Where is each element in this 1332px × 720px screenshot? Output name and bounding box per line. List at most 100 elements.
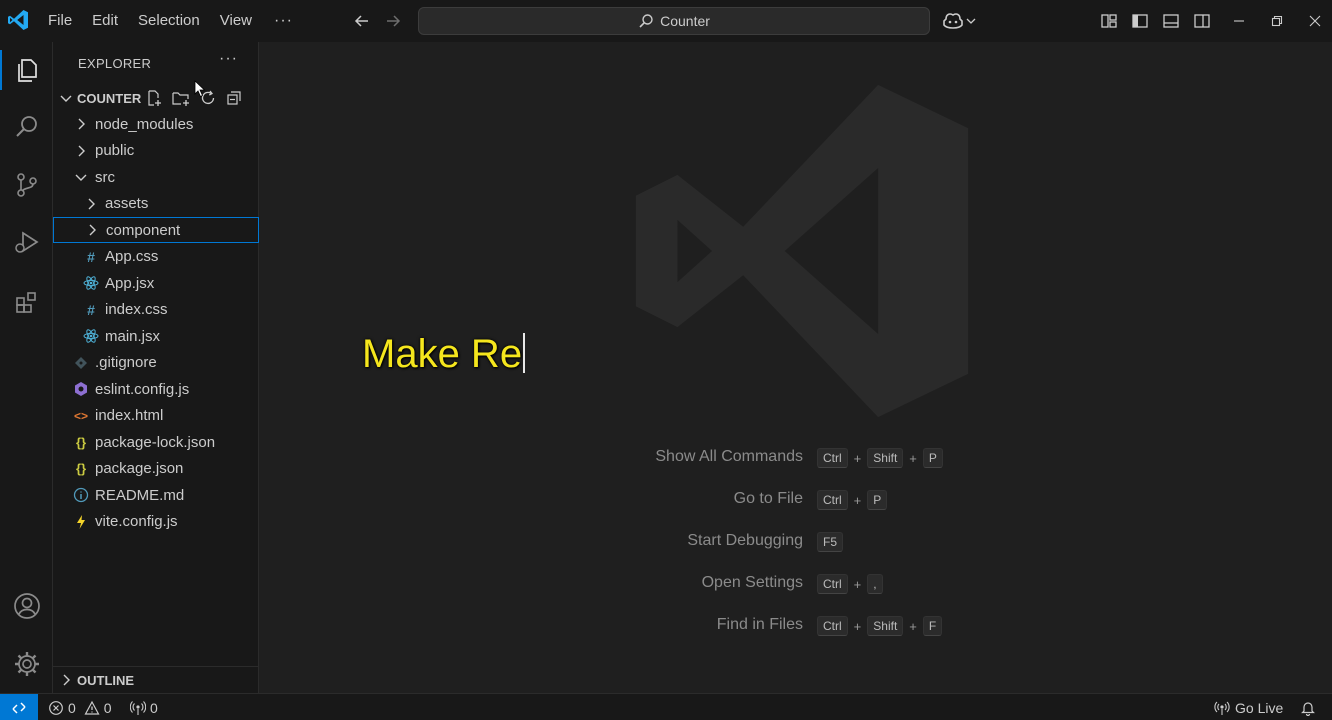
source-control-icon <box>16 173 37 197</box>
tree-file--gitignore[interactable]: .gitignore <box>53 350 259 376</box>
tree-item-icon-slot <box>83 275 99 291</box>
restore-icon <box>1271 15 1283 27</box>
chevron-right-icon <box>88 198 95 209</box>
shortcut-keys: Ctrl + P <box>817 488 888 512</box>
tree-file-package-json[interactable]: {} package.json <box>53 456 259 482</box>
tree-item-icon-slot: {} <box>73 461 89 477</box>
chevron-right-icon <box>78 118 85 130</box>
react-file-icon <box>83 276 99 290</box>
eslint-file-icon <box>75 382 87 396</box>
sidebar-right-icon <box>1194 14 1210 28</box>
outline-section-header[interactable]: OUTLINE <box>53 666 259 693</box>
tree-item-icon-slot <box>73 116 89 132</box>
toggle-panel-button[interactable] <box>1158 8 1184 34</box>
tree-file-package-lock-json[interactable]: {} package-lock.json <box>53 429 259 455</box>
tree-item-icon-slot <box>83 328 99 344</box>
tree-file-main-jsx[interactable]: main.jsx <box>53 323 259 349</box>
menu-file[interactable]: File <box>38 7 82 35</box>
tree-file-README-md[interactable]: README.md <box>53 482 259 508</box>
new-file-icon[interactable] <box>145 89 163 107</box>
command-center-search[interactable]: Counter <box>418 7 930 35</box>
notifications-button[interactable] <box>1300 694 1316 720</box>
shortcut-row[interactable]: Open Settings Ctrl +, <box>259 572 1332 596</box>
new-folder-icon[interactable] <box>171 89 191 107</box>
restore-button[interactable] <box>1264 8 1290 34</box>
keycap: Shift <box>867 616 904 636</box>
problems-indicator[interactable]: 0 0 <box>48 694 112 720</box>
tree-folder-public[interactable]: public <box>53 138 259 164</box>
keycap: P <box>922 448 943 468</box>
chevron-down-icon <box>60 95 72 102</box>
tree-file-index-html[interactable]: <> index.html <box>53 403 259 429</box>
tree-item-label: package-lock.json <box>95 433 216 451</box>
gear-icon <box>14 652 39 676</box>
explorer-more-button[interactable]: ··· <box>219 50 238 68</box>
ports-count: 0 <box>150 699 158 716</box>
video-caption: Make Re <box>362 332 526 377</box>
menu-view[interactable]: View <box>210 7 262 35</box>
tree-item-icon-slot: # <box>83 249 99 265</box>
sidebar-left-icon <box>1132 14 1148 28</box>
tree-item-label: vite.config.js <box>95 513 178 530</box>
activity-search[interactable] <box>0 103 53 151</box>
collapse-all-icon[interactable] <box>225 89 243 107</box>
menu-more-button[interactable]: ··· <box>262 12 305 30</box>
shortcut-label: Show All Commands <box>655 448 803 465</box>
shortcut-row[interactable]: Go to File Ctrl + P <box>259 488 1332 512</box>
minimize-button[interactable] <box>1226 8 1252 34</box>
sidebar-title: EXPLORER <box>78 56 152 71</box>
shortcut-keys: Ctrl + Shift + P <box>817 446 943 470</box>
caption-text: Make Re <box>362 332 523 376</box>
project-section-header[interactable]: COUNTER <box>53 86 259 110</box>
tree-folder-assets[interactable]: assets <box>53 191 259 217</box>
vscode-logo-icon <box>8 10 28 30</box>
shortcut-row[interactable]: Start Debugging F5 <box>259 530 1332 554</box>
copilot-icon <box>943 13 963 29</box>
tree-folder-node_modules[interactable]: node_modules <box>53 111 259 137</box>
warning-count: 0 <box>103 699 112 716</box>
key-plus: + <box>909 618 917 634</box>
activity-extensions[interactable] <box>0 278 53 326</box>
tree-file-eslint-config-js[interactable]: eslint.config.js <box>53 376 259 402</box>
tree-file-index-css[interactable]: # index.css <box>53 297 259 323</box>
warning-icon <box>84 700 100 715</box>
project-name: COUNTER <box>77 90 142 106</box>
arrow-left-icon <box>354 15 368 27</box>
tree-folder-src[interactable]: src <box>53 164 259 190</box>
customize-layout-button[interactable] <box>1096 8 1122 34</box>
menu-selection[interactable]: Selection <box>128 7 210 35</box>
tree-file-App-css[interactable]: # App.css <box>53 244 259 270</box>
tree-item-icon-slot <box>84 222 100 238</box>
tree-item-label: eslint.config.js <box>95 380 190 398</box>
forward-button[interactable] <box>380 8 406 34</box>
tree-item-label: App.css <box>105 248 159 265</box>
minimize-icon <box>1234 20 1244 22</box>
toggle-secondary-sidebar-button[interactable] <box>1189 8 1215 34</box>
menu-bar: File Edit Selection View ··· <box>38 0 305 42</box>
chevron-right-icon <box>78 145 85 156</box>
activity-run-debug[interactable] <box>0 218 53 266</box>
tree-item-icon-slot: # <box>83 302 99 318</box>
tree-item-icon-slot: {} <box>73 434 89 450</box>
activity-manage[interactable] <box>0 640 53 688</box>
shortcut-row[interactable]: Find in Files Ctrl + Shift + F <box>259 614 1332 638</box>
go-live-button[interactable]: Go Live <box>1214 694 1283 720</box>
copilot-button[interactable] <box>942 8 982 34</box>
tree-folder-component[interactable]: component <box>53 217 259 243</box>
tree-item-label: assets <box>105 195 149 212</box>
menu-edit[interactable]: Edit <box>82 7 128 35</box>
remote-indicator-button[interactable] <box>0 694 38 720</box>
activity-source-control[interactable] <box>0 161 53 209</box>
back-button[interactable] <box>349 8 375 34</box>
activity-explorer[interactable] <box>0 46 53 94</box>
activity-accounts[interactable] <box>0 582 53 630</box>
keycap: Shift <box>867 448 904 468</box>
tree-file-vite-config-js[interactable]: vite.config.js <box>53 509 259 535</box>
status-bar: 0 0 0 Go Live <box>0 693 1332 720</box>
tree-file-App-jsx[interactable]: App.jsx <box>53 270 259 296</box>
ports-indicator[interactable]: 0 <box>130 694 158 720</box>
shortcut-row[interactable]: Show All Commands Ctrl + Shift + P <box>259 446 1332 470</box>
toggle-primary-sidebar-button[interactable] <box>1127 8 1153 34</box>
close-button[interactable] <box>1302 8 1328 34</box>
json-file-icon: {} <box>75 434 87 450</box>
